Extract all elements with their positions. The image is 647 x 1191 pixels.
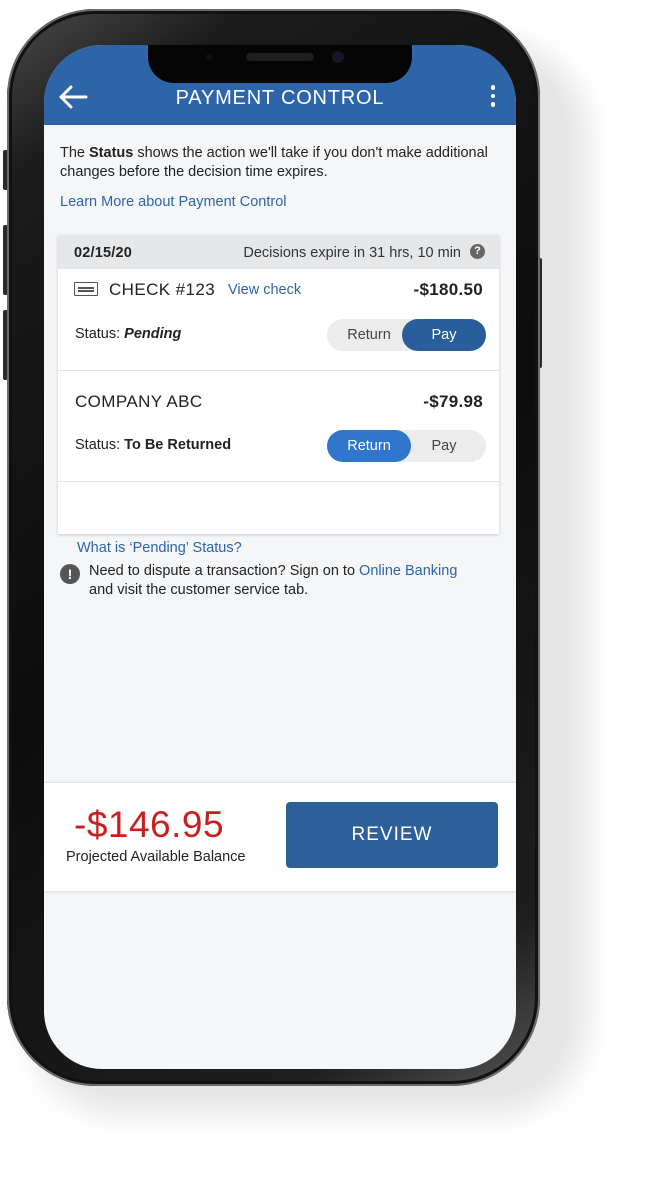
speaker [246,53,314,61]
phone-notch [148,45,412,83]
projected-balance-value: -$146.95 [74,804,225,845]
return-option[interactable]: Return [327,319,411,351]
transaction-amount: -$180.50 [413,280,483,299]
sensor [206,54,212,60]
balance-footer: -$146.95 Projected Available Balance REV… [44,782,516,891]
divider [58,481,499,482]
decision-date: 02/15/20 [74,245,133,261]
learn-more-link[interactable]: Learn More about Payment Control [60,194,287,210]
front-camera [334,53,342,61]
pending-status-link[interactable]: What is ‘Pending’ Status? [77,540,242,556]
expire-text: Decisions expire in 31 hrs, 10 min [243,245,461,261]
divider [58,370,499,371]
transaction-status: Status: To Be Returned [75,437,232,453]
transaction-name: COMPANY ABC [75,392,203,411]
transaction-amount: -$79.98 [423,392,483,411]
phone-frame: PAYMENT CONTROL The Status shows the act… [7,9,540,1086]
card-header: 02/15/20 Decisions expire in 31 hrs, 10 … [58,235,499,269]
help-icon[interactable]: ? [470,244,485,259]
kebab-menu-icon[interactable] [488,85,498,113]
return-option[interactable]: Return [327,430,411,462]
pay-option[interactable]: Pay [402,319,486,351]
alert-icon: ! [60,564,80,584]
return-pay-toggle[interactable]: Return Pay [327,430,486,462]
intro-text: The Status shows the action we'll take i… [60,145,488,180]
decisions-card: 02/15/20 Decisions expire in 31 hrs, 10 … [58,235,499,556]
app-screen: PAYMENT CONTROL The Status shows the act… [44,45,516,1069]
online-banking-link[interactable]: Online Banking [359,563,457,579]
pay-option[interactable]: Pay [402,430,486,462]
return-pay-toggle[interactable]: Return Pay [327,319,486,351]
view-check-link[interactable]: View check [228,282,301,298]
check-icon [74,282,98,296]
page-title: PAYMENT CONTROL [175,87,385,109]
transaction-status: Status: Pending [75,326,182,342]
transaction-name: CHECK #123 [109,280,216,299]
dispute-notice: Need to dispute a transaction? Sign on t… [89,563,458,598]
projected-balance-label: Projected Available Balance [66,849,246,865]
intro-bold: Status [89,145,134,161]
review-button[interactable]: REVIEW [286,802,498,868]
